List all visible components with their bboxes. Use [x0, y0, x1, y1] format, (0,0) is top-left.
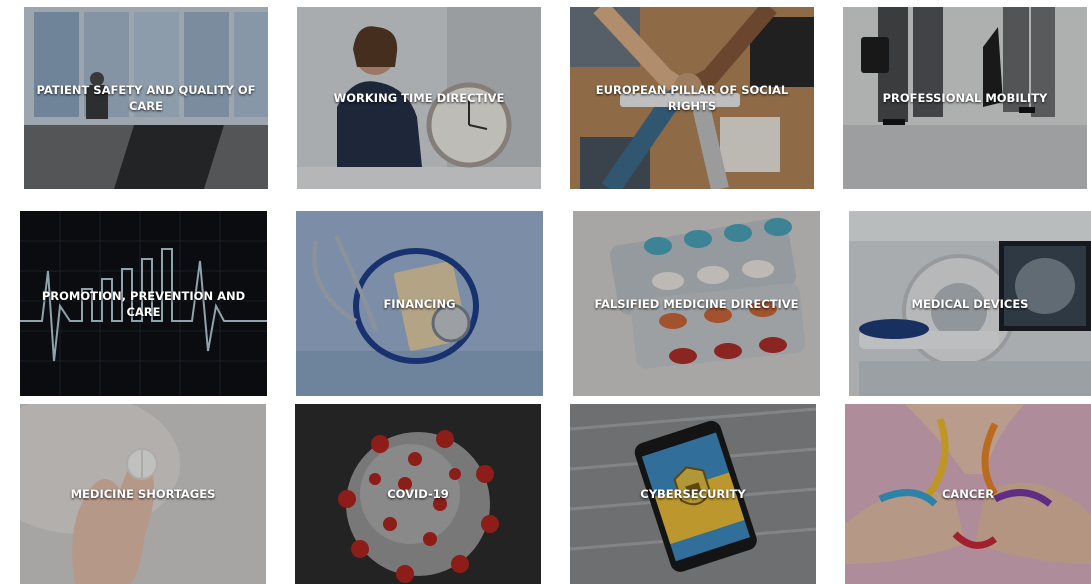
tile-label: WORKING TIME DIRECTIVE — [333, 91, 505, 105]
topic-tile-professional-mobility[interactable]: PROFESSIONAL MOBILITY — [843, 7, 1087, 189]
tile-label: MEDICAL DEVICES — [911, 296, 1029, 311]
topic-tile-covid-19[interactable]: COVID-19 — [295, 404, 541, 584]
tile-label: PROMOTION, PREVENTION AND CARE — [41, 288, 246, 319]
tile-label: COVID-19 — [387, 487, 449, 501]
tile-label: FINANCING — [383, 296, 456, 311]
topic-tile-cybersecurity[interactable]: CYBERSECURITY — [570, 404, 816, 584]
tile-label: MEDICINE SHORTAGES — [70, 487, 216, 501]
topic-tile-social-rights[interactable]: EUROPEAN PILLAR OF SOCIAL RIGHTS — [570, 7, 814, 189]
tile-label: CANCER — [941, 487, 995, 501]
topic-tile-patient-safety[interactable]: PATIENT SAFETY AND QUALITY OF CARE — [24, 7, 268, 189]
topic-grid: PATIENT SAFETY AND QUALITY OF CARE WORKI… — [0, 0, 1091, 584]
tile-label: PATIENT SAFETY AND QUALITY OF CARE — [36, 83, 256, 113]
topic-tile-cancer[interactable]: CANCER — [845, 404, 1091, 584]
topic-tile-falsified-medicine[interactable]: FALSIFIED MEDICINE DIRECTIVE — [573, 211, 820, 396]
topic-tile-medical-devices[interactable]: MEDICAL DEVICES — [849, 211, 1091, 396]
tile-label: PROFESSIONAL MOBILITY — [882, 91, 1048, 105]
topic-tile-working-time[interactable]: WORKING TIME DIRECTIVE — [297, 7, 541, 189]
tile-label: EUROPEAN PILLAR OF SOCIAL RIGHTS — [595, 83, 789, 113]
tile-label: FALSIFIED MEDICINE DIRECTIVE — [594, 296, 799, 311]
topic-tile-financing[interactable]: FINANCING — [296, 211, 543, 396]
topic-tile-medicine-shortages[interactable]: MEDICINE SHORTAGES — [20, 404, 266, 584]
tile-label: CYBERSECURITY — [640, 487, 746, 501]
topic-tile-promotion[interactable]: PROMOTION, PREVENTION AND CARE — [20, 211, 267, 396]
